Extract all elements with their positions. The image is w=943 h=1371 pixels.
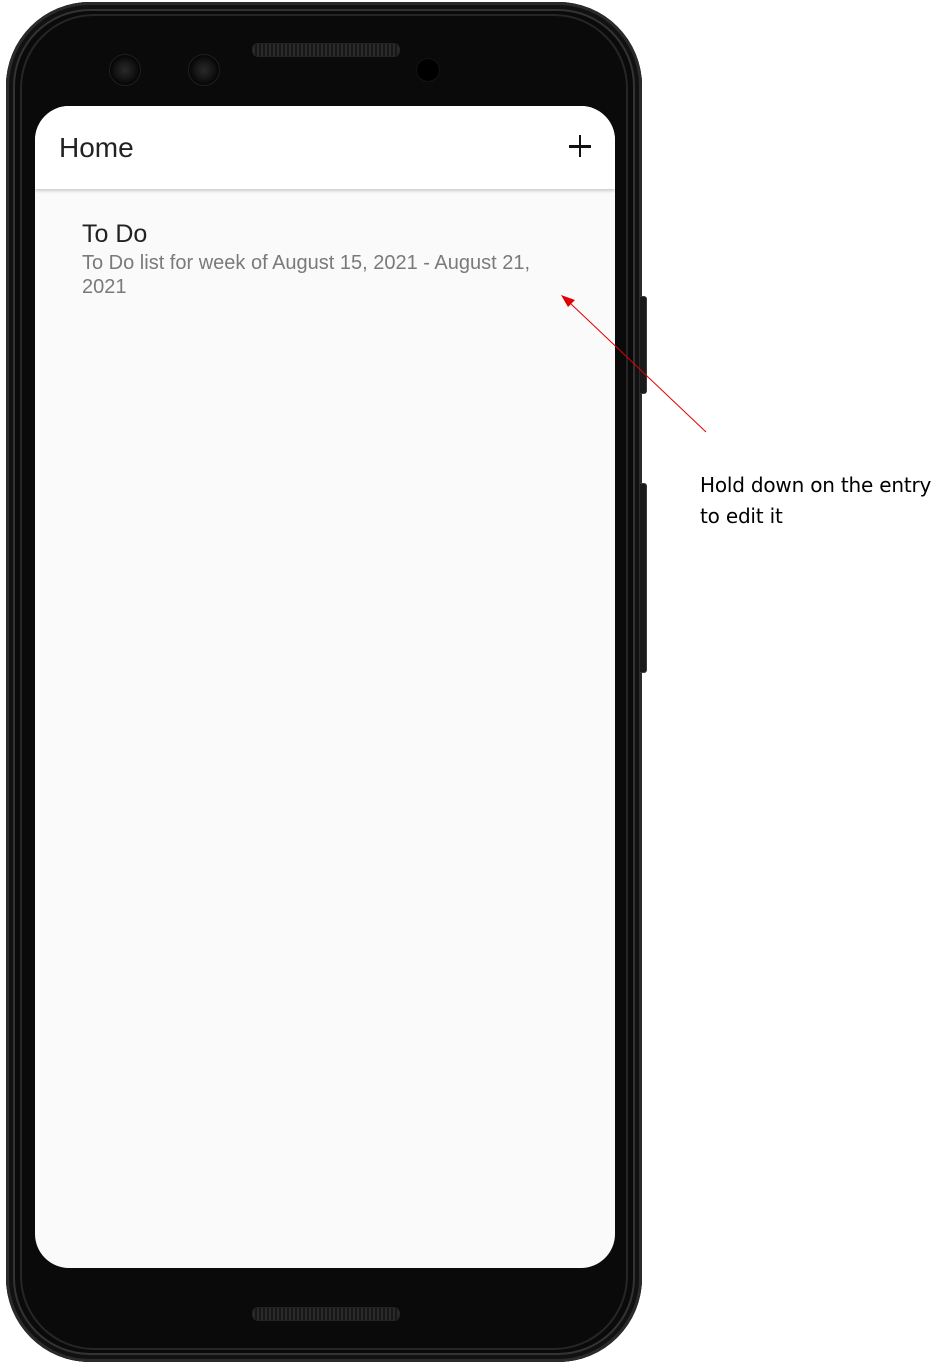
add-button[interactable]: [562, 128, 598, 164]
canvas: Home To Do To Do list for week of August…: [0, 0, 943, 1371]
app-bar: Home: [35, 106, 615, 189]
proximity-sensor-icon: [416, 58, 440, 82]
list-item-subtitle: To Do list for week of August 15, 2021 -…: [82, 252, 531, 298]
annotation-text: Hold down on the entry to edit it: [700, 473, 932, 528]
list-item-title: To Do: [82, 220, 148, 248]
bottom-speaker: [252, 1307, 400, 1321]
power-button: [640, 296, 647, 394]
phone-screen: Home To Do To Do list for week of August…: [35, 106, 615, 1268]
earpiece-speaker: [252, 43, 400, 57]
volume-button: [640, 483, 647, 673]
list-item[interactable]: To Do To Do list for week of August 15, …: [35, 189, 615, 313]
page-title: Home: [59, 132, 134, 163]
front-camera-icon: [188, 54, 220, 86]
front-camera-icon: [109, 54, 141, 86]
